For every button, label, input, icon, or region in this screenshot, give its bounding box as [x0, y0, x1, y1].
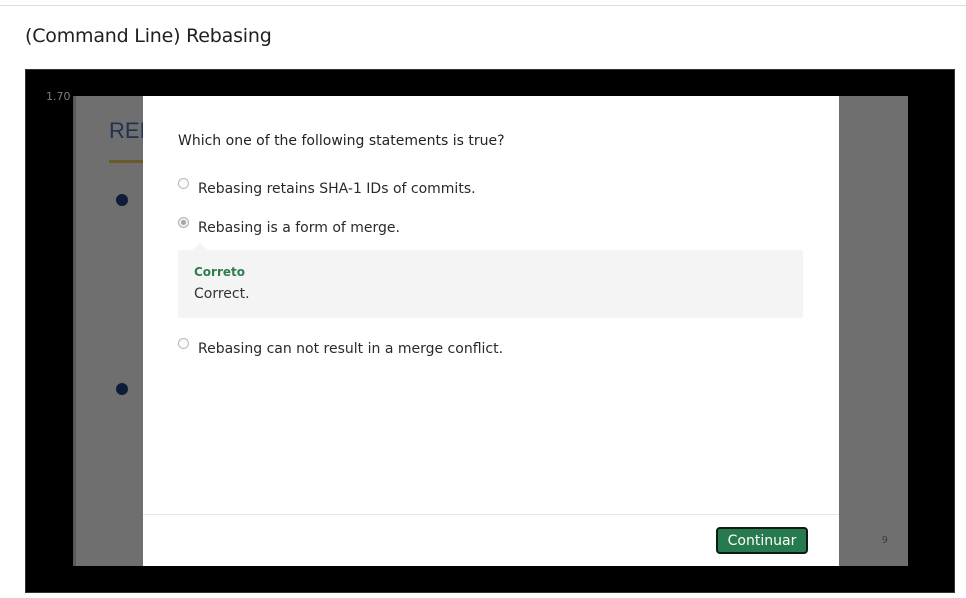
radio-button[interactable]	[178, 178, 189, 189]
answer-option-label: Rebasing is a form of merge.	[198, 220, 400, 236]
slide-page-number: 9	[881, 535, 888, 546]
dialog-footer: Continuar	[143, 514, 839, 566]
quiz-dialog: Which one of the following statements is…	[143, 96, 839, 566]
answer-option-label: Rebasing can not result in a merge confl…	[198, 341, 504, 357]
radio-button-selected[interactable]	[178, 217, 189, 228]
top-divider	[0, 5, 966, 6]
quiz-question: Which one of the following statements is…	[178, 133, 505, 149]
feedback-message: Correct.	[194, 286, 250, 302]
feedback-pointer	[192, 243, 208, 250]
radio-button[interactable]	[178, 338, 189, 349]
answer-option-2[interactable]: Rebasing is a form of merge.	[178, 217, 400, 236]
answer-feedback-box: Correto Correct.	[178, 243, 803, 318]
page-title: (Command Line) Rebasing	[25, 25, 272, 47]
slide-bullet-dot	[116, 383, 128, 395]
answer-option-1[interactable]: Rebasing retains SHA-1 IDs of commits.	[178, 178, 476, 197]
continue-button[interactable]: Continuar	[716, 527, 808, 554]
playback-rate-label: 1.70	[46, 90, 71, 103]
slide-heading: REI	[109, 118, 146, 143]
answer-option-label: Rebasing retains SHA-1 IDs of commits.	[198, 181, 476, 197]
slide-left-edge	[73, 96, 76, 566]
slide-bullet-dot	[116, 194, 128, 206]
feedback-status: Correto	[194, 265, 246, 279]
video-player: 1.70 REI 9 Which one of the following st…	[25, 69, 955, 593]
answer-option-3[interactable]: Rebasing can not result in a merge confl…	[178, 338, 503, 357]
